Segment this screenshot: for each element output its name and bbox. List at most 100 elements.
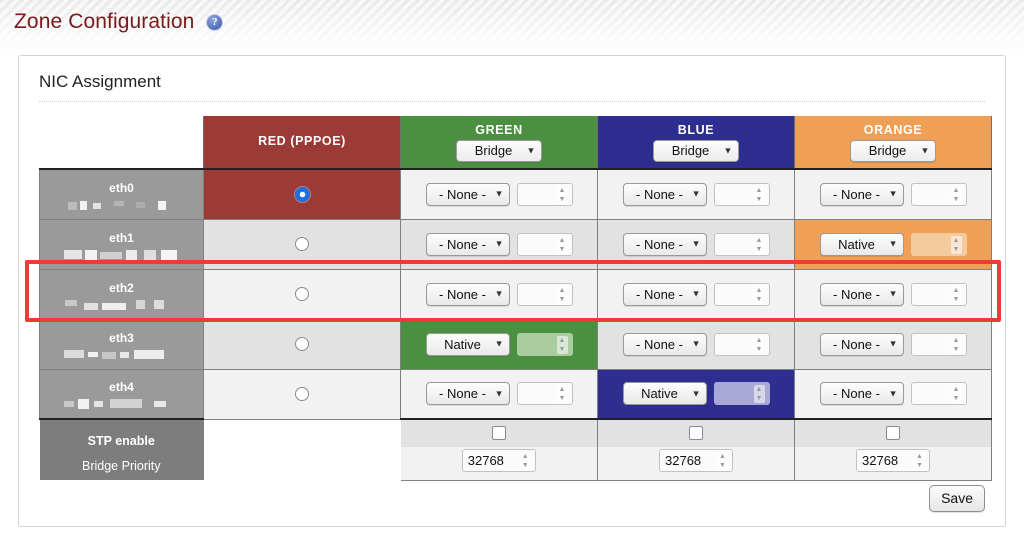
- orange-vlan-select-eth1[interactable]: Native: [819, 232, 904, 256]
- green-vlan-select-eth0[interactable]: - None -: [425, 182, 510, 206]
- save-button[interactable]: Save: [929, 485, 985, 512]
- blue-vlan-select-wrap-eth1[interactable]: - None - ▼: [622, 232, 707, 256]
- stp-green-checkbox[interactable]: [491, 426, 506, 441]
- nic-label-cell-eth0: eth0: [39, 169, 204, 220]
- green-vlan-id-stepper-eth3[interactable]: ▲ ▼: [516, 332, 573, 356]
- orange-vlan-select-wrap-eth1[interactable]: Native ▼: [819, 232, 904, 256]
- stepper-arrows-icon[interactable]: ▲ ▼: [556, 235, 568, 254]
- green-mode-select[interactable]: Bridge: [456, 139, 542, 162]
- stepper-arrows-icon[interactable]: ▲ ▼: [556, 335, 568, 354]
- green-vlan-id-stepper-eth1[interactable]: ▲ ▼: [516, 232, 573, 256]
- orange-vlan-select-wrap-eth2[interactable]: - None - ▼: [819, 282, 904, 306]
- orange-vlan-select-wrap-eth3[interactable]: - None - ▼: [819, 332, 904, 356]
- orange-mode-select[interactable]: Bridge: [850, 139, 936, 162]
- stepper-arrows-icon[interactable]: ▲ ▼: [556, 385, 568, 404]
- orange-vlan-select-eth4[interactable]: - None -: [819, 382, 904, 406]
- red-radio-cell-eth1[interactable]: [203, 219, 401, 270]
- stepper-arrows-icon[interactable]: ▲ ▼: [753, 285, 765, 304]
- green-vlan-select-eth4[interactable]: - None -: [425, 382, 510, 406]
- blue-vlan-select-eth2[interactable]: - None -: [622, 282, 707, 306]
- blue-mode-select[interactable]: Bridge: [653, 139, 739, 162]
- green-mode-select-wrap[interactable]: Bridge ▼: [456, 139, 542, 162]
- blue-vlan-select-eth4[interactable]: Native: [622, 382, 707, 406]
- blue-vlan-select-eth0[interactable]: - None -: [622, 182, 707, 206]
- stepper-arrows-icon[interactable]: ▲ ▼: [950, 385, 962, 404]
- stepper-arrows-icon[interactable]: ▲ ▼: [717, 452, 728, 471]
- stp-green-cell[interactable]: [400, 418, 598, 447]
- red-radio-cell-eth3[interactable]: [203, 319, 401, 370]
- blue-vlan-id-stepper-eth2[interactable]: ▲ ▼: [713, 282, 770, 306]
- stepper-arrows-icon[interactable]: ▲ ▼: [950, 285, 962, 304]
- blue-vlan-select-wrap-eth2[interactable]: - None - ▼: [622, 282, 707, 306]
- blue-vlan-select-eth1[interactable]: - None -: [622, 232, 707, 256]
- red-radio-cell-eth4[interactable]: [203, 369, 401, 420]
- red-radio-cell-eth2[interactable]: [203, 269, 401, 320]
- stp-orange-cell[interactable]: [794, 418, 992, 447]
- red-radio-eth0[interactable]: [294, 186, 310, 202]
- stepper-arrows-icon[interactable]: ▲ ▼: [556, 185, 568, 204]
- bridge-priority-orange-stepper[interactable]: 32768 ▲ ▼: [856, 449, 930, 473]
- header-zone-orange: ORANGE Bridge ▼: [794, 116, 992, 170]
- green-vlan-select-eth3[interactable]: Native: [425, 332, 510, 356]
- orange-vlan-select-wrap-eth0[interactable]: - None - ▼: [819, 182, 904, 206]
- bridge-priority-green-stepper[interactable]: 32768 ▲ ▼: [461, 449, 536, 473]
- green-vlan-id-stepper-eth0[interactable]: ▲ ▼: [516, 182, 573, 206]
- orange-mode-select-wrap[interactable]: Bridge ▼: [850, 139, 936, 162]
- stepper-arrows-icon[interactable]: ▲ ▼: [753, 385, 765, 404]
- blue-mode-select-wrap[interactable]: Bridge ▼: [653, 139, 739, 162]
- orange-cell-eth0: - None - ▼ ▲ ▼: [794, 169, 992, 220]
- orange-vlan-id-stepper-eth2[interactable]: ▲ ▼: [910, 282, 967, 306]
- stepper-arrows-icon[interactable]: ▲ ▼: [556, 285, 568, 304]
- green-vlan-select-wrap-eth1[interactable]: - None - ▼: [425, 232, 510, 256]
- blue-vlan-select-eth3[interactable]: - None -: [622, 332, 707, 356]
- stp-blue-cell[interactable]: [597, 418, 795, 447]
- green-vlan-select-eth2[interactable]: - None -: [425, 282, 510, 306]
- stepper-arrows-icon[interactable]: ▲ ▼: [950, 235, 962, 254]
- stepper-arrows-icon[interactable]: ▲ ▼: [950, 185, 962, 204]
- orange-vlan-select-eth2[interactable]: - None -: [819, 282, 904, 306]
- stepper-arrows-icon[interactable]: ▲ ▼: [519, 452, 531, 471]
- blue-vlan-id-stepper-eth4[interactable]: ▲ ▼: [713, 382, 770, 406]
- blue-vlan-select-wrap-eth4[interactable]: Native ▼: [622, 382, 707, 406]
- blue-vlan-select-wrap-eth0[interactable]: - None - ▼: [622, 182, 707, 206]
- bridge-priority-orange-cell[interactable]: 32768 ▲ ▼: [794, 447, 992, 481]
- green-vlan-id-stepper-eth4[interactable]: ▲ ▼: [516, 382, 573, 406]
- orange-vlan-id-stepper-eth1[interactable]: ▲ ▼: [910, 232, 967, 256]
- blue-vlan-id-stepper-eth3[interactable]: ▲ ▼: [713, 332, 770, 356]
- bridge-priority-blue-stepper[interactable]: 32768 ▲ ▼: [659, 449, 733, 473]
- nic-name: eth0: [109, 180, 134, 195]
- bridge-priority-blue-cell[interactable]: 32768 ▲ ▼: [597, 447, 795, 481]
- orange-vlan-select-eth3[interactable]: - None -: [819, 332, 904, 356]
- stepper-arrows-icon[interactable]: ▲ ▼: [753, 185, 765, 204]
- red-radio-eth4[interactable]: [295, 386, 309, 401]
- nic-assignment-card: NIC Assignment RED (PPPOE) GREEN Bridge: [18, 55, 1006, 527]
- green-vlan-select-eth1[interactable]: - None -: [425, 232, 510, 256]
- stp-orange-checkbox[interactable]: [886, 426, 900, 441]
- blue-vlan-id-stepper-eth0[interactable]: ▲ ▼: [713, 182, 770, 206]
- stp-red-empty-cell: [203, 419, 401, 447]
- green-vlan-id-stepper-eth2[interactable]: ▲ ▼: [516, 282, 573, 306]
- bridge-priority-green-cell[interactable]: 32768 ▲ ▼: [400, 447, 598, 481]
- stepper-arrows-icon[interactable]: ▲ ▼: [753, 235, 765, 254]
- stepper-arrows-icon[interactable]: ▲ ▼: [950, 335, 962, 354]
- green-vlan-select-wrap-eth0[interactable]: - None - ▼: [425, 182, 510, 206]
- blue-vlan-select-wrap-eth3[interactable]: - None - ▼: [622, 332, 707, 356]
- nic-label-cell-eth4: eth4: [39, 369, 204, 420]
- stepper-arrows-icon[interactable]: ▲ ▼: [914, 452, 925, 471]
- green-vlan-select-wrap-eth2[interactable]: - None - ▼: [425, 282, 510, 306]
- stp-blue-checkbox[interactable]: [689, 426, 703, 441]
- orange-vlan-select-wrap-eth4[interactable]: - None - ▼: [819, 382, 904, 406]
- red-radio-eth1[interactable]: [295, 236, 309, 251]
- green-vlan-select-wrap-eth3[interactable]: Native ▼: [425, 332, 510, 356]
- orange-vlan-id-stepper-eth4[interactable]: ▲ ▼: [910, 382, 967, 406]
- orange-vlan-id-stepper-eth0[interactable]: ▲ ▼: [910, 182, 967, 206]
- green-vlan-select-wrap-eth4[interactable]: - None - ▼: [425, 382, 510, 406]
- orange-vlan-select-eth0[interactable]: - None -: [819, 182, 904, 206]
- orange-vlan-id-stepper-eth3[interactable]: ▲ ▼: [910, 332, 967, 356]
- help-circle-icon[interactable]: ?: [206, 13, 224, 31]
- stepper-arrows-icon[interactable]: ▲ ▼: [753, 335, 765, 354]
- red-radio-cell-eth0[interactable]: [203, 169, 401, 220]
- blue-vlan-id-stepper-eth1[interactable]: ▲ ▼: [713, 232, 770, 256]
- red-radio-eth3[interactable]: [295, 336, 309, 351]
- red-radio-eth2[interactable]: [295, 286, 309, 301]
